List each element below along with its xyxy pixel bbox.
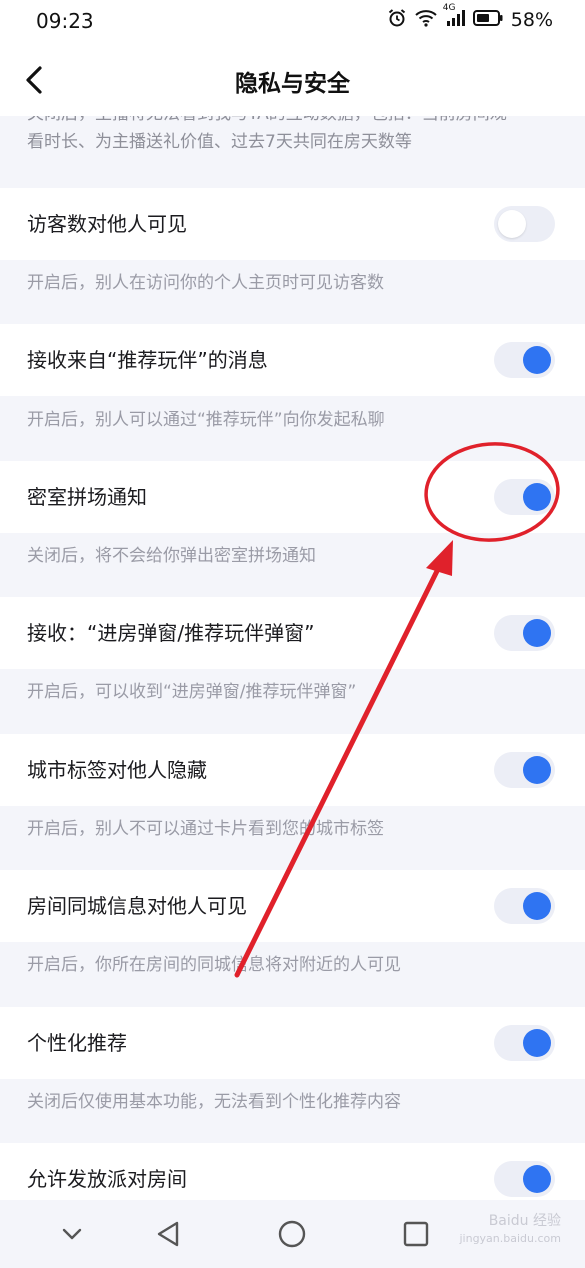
party-room-toggle[interactable] bbox=[494, 1161, 555, 1197]
setting-description-top: 关闭后，主播将无法看到我与TA的互动数据，包括：当前房间观 看时长、为主播送礼价… bbox=[0, 116, 585, 186]
status-bar: 09:23 4G 58% bbox=[0, 0, 585, 44]
signal-icon: 4G bbox=[443, 3, 465, 31]
setting-row-same-city: 房间同城信息对他人可见 bbox=[0, 870, 585, 942]
circle-home-icon bbox=[278, 1220, 306, 1248]
setting-row-personalized: 个性化推荐 bbox=[0, 1007, 585, 1079]
setting-label: 城市标签对他人隐藏 bbox=[27, 758, 207, 782]
city-tag-toggle[interactable] bbox=[494, 752, 555, 788]
wifi-icon bbox=[415, 9, 437, 31]
recommended-messages-toggle[interactable] bbox=[494, 342, 555, 378]
home-nav-button[interactable] bbox=[272, 1214, 312, 1254]
square-recents-icon bbox=[403, 1221, 429, 1247]
visitor-count-toggle[interactable] bbox=[494, 206, 555, 242]
setting-row-city-tag: 城市标签对他人隐藏 bbox=[0, 734, 585, 806]
toggle-knob bbox=[523, 346, 551, 374]
setting-description: 开启后，你所在房间的同城信息将对附近的人可见 bbox=[27, 955, 401, 975]
watermark: Baidu 经验 jingyan.baidu.com bbox=[459, 1212, 561, 1248]
setting-row-escape-room: 密室拼场通知 bbox=[0, 461, 585, 533]
watermark-line-1: Baidu 经验 bbox=[488, 1213, 561, 1229]
nav-bar: 隐私与安全 bbox=[0, 44, 585, 116]
setting-label: 访客数对他人可见 bbox=[27, 212, 187, 236]
desc-line-2: 看时长、为主播送礼价值、过去7天共同在房天数等 bbox=[27, 132, 412, 152]
status-time: 09:23 bbox=[36, 9, 94, 33]
settings-list[interactable]: 关闭后，主播将无法看到我与TA的互动数据，包括：当前房间观 看时长、为主播送礼价… bbox=[0, 116, 585, 1200]
page-title: 隐私与安全 bbox=[235, 71, 350, 97]
setting-row-recommended-messages: 接收来自“推荐玩伴”的消息 bbox=[0, 324, 585, 396]
setting-description: 开启后，可以收到“进房弹窗/推荐玩伴弹窗” bbox=[27, 682, 357, 702]
setting-description: 关闭后，将不会给你弹出密室拼场通知 bbox=[27, 546, 316, 566]
setting-row-visitor-count: 访客数对他人可见 bbox=[0, 188, 585, 260]
setting-label: 接收：“进房弹窗/推荐玩伴弹窗” bbox=[27, 621, 315, 645]
setting-label: 房间同城信息对他人可见 bbox=[27, 894, 247, 918]
alarm-icon bbox=[387, 8, 407, 32]
hide-keyboard-button[interactable] bbox=[52, 1214, 92, 1254]
setting-description: 开启后，别人在访问你的个人主页时可见访客数 bbox=[27, 273, 384, 293]
personalized-toggle[interactable] bbox=[494, 1025, 555, 1061]
toggle-knob bbox=[523, 483, 551, 511]
escape-room-toggle[interactable] bbox=[494, 479, 555, 515]
recents-nav-button[interactable] bbox=[396, 1214, 436, 1254]
back-nav-button[interactable] bbox=[148, 1214, 188, 1254]
setting-label: 允许发放派对房间 bbox=[27, 1167, 187, 1191]
toggle-knob bbox=[523, 756, 551, 784]
desc-line-1: 关闭后，主播将无法看到我与TA的互动数据，包括：当前房间观 bbox=[27, 116, 558, 128]
battery-percent: 58% bbox=[510, 9, 553, 31]
same-city-toggle[interactable] bbox=[494, 888, 555, 924]
toggle-knob bbox=[523, 1029, 551, 1057]
triangle-back-icon bbox=[157, 1221, 179, 1247]
setting-label: 个性化推荐 bbox=[27, 1031, 127, 1055]
room-popup-toggle[interactable] bbox=[494, 615, 555, 651]
network-type: 4G bbox=[442, 3, 456, 13]
status-icons: 4G 58% bbox=[387, 3, 553, 32]
setting-label: 接收来自“推荐玩伴”的消息 bbox=[27, 348, 268, 372]
battery-icon bbox=[472, 9, 503, 31]
setting-row-party-room: 允许发放派对房间 bbox=[0, 1143, 585, 1200]
setting-description: 开启后，别人可以通过“推荐玩伴”向你发起私聊 bbox=[27, 410, 385, 430]
setting-label: 密室拼场通知 bbox=[27, 485, 147, 509]
toggle-knob bbox=[498, 210, 526, 238]
setting-description: 开启后，别人不可以通过卡片看到您的城市标签 bbox=[27, 819, 384, 839]
toggle-knob bbox=[523, 619, 551, 647]
watermark-line-2: jingyan.baidu.com bbox=[459, 1232, 561, 1245]
chevron-down-icon bbox=[62, 1228, 82, 1240]
toggle-knob bbox=[523, 1165, 551, 1193]
setting-row-room-popup: 接收：“进房弹窗/推荐玩伴弹窗” bbox=[0, 597, 585, 669]
toggle-knob bbox=[523, 892, 551, 920]
setting-description: 关闭后仅使用基本功能，无法看到个性化推荐内容 bbox=[27, 1092, 401, 1112]
